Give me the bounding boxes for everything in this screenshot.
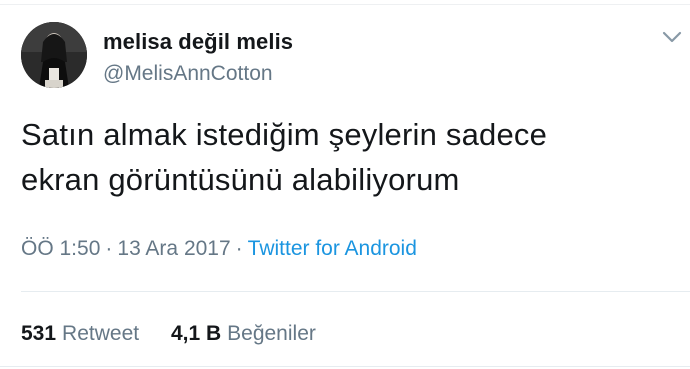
profile-photo-icon <box>21 22 87 88</box>
tweet-stats: 531 Retweet 4,1 B Beğeniler <box>21 322 316 346</box>
tweet-text: Satın almak istediğim şeylerin sadece ek… <box>21 112 671 202</box>
tweet-date[interactable]: 13 Ara 2017 <box>117 237 230 260</box>
tweet-time[interactable]: ÖÖ 1:50 <box>21 237 100 260</box>
divider <box>21 291 690 292</box>
user-handle[interactable]: @MelisAnnCotton <box>103 62 273 86</box>
tweet-metadata: ÖÖ 1:50 · 13 Ara 2017 · Twitter for Android <box>21 237 417 261</box>
separator: · <box>105 237 113 260</box>
top-divider <box>0 4 690 5</box>
likes-label: Beğeniler <box>227 322 316 345</box>
tweet-source-link[interactable]: Twitter for Android <box>248 237 417 260</box>
avatar[interactable] <box>21 22 87 88</box>
bottom-divider <box>0 366 690 367</box>
tweet-text-line: ekran görüntüsünü alabiliyorum <box>21 162 460 197</box>
likes-stat[interactable]: 4,1 B Beğeniler <box>171 322 316 346</box>
retweets-label: Retweet <box>62 322 140 345</box>
retweets-count: 531 <box>21 322 57 345</box>
separator: · <box>235 237 243 260</box>
likes-count: 4,1 B <box>170 322 222 345</box>
chevron-down-icon[interactable] <box>661 28 683 46</box>
tweet-text-line: Satın almak istediğim şeylerin sadece <box>21 117 548 152</box>
tweet-card: melisa değil melis @MelisAnnCotton Satın… <box>0 0 690 369</box>
display-name[interactable]: melisa değil melis <box>103 29 293 55</box>
retweets-stat[interactable]: 531 Retweet <box>21 322 139 346</box>
